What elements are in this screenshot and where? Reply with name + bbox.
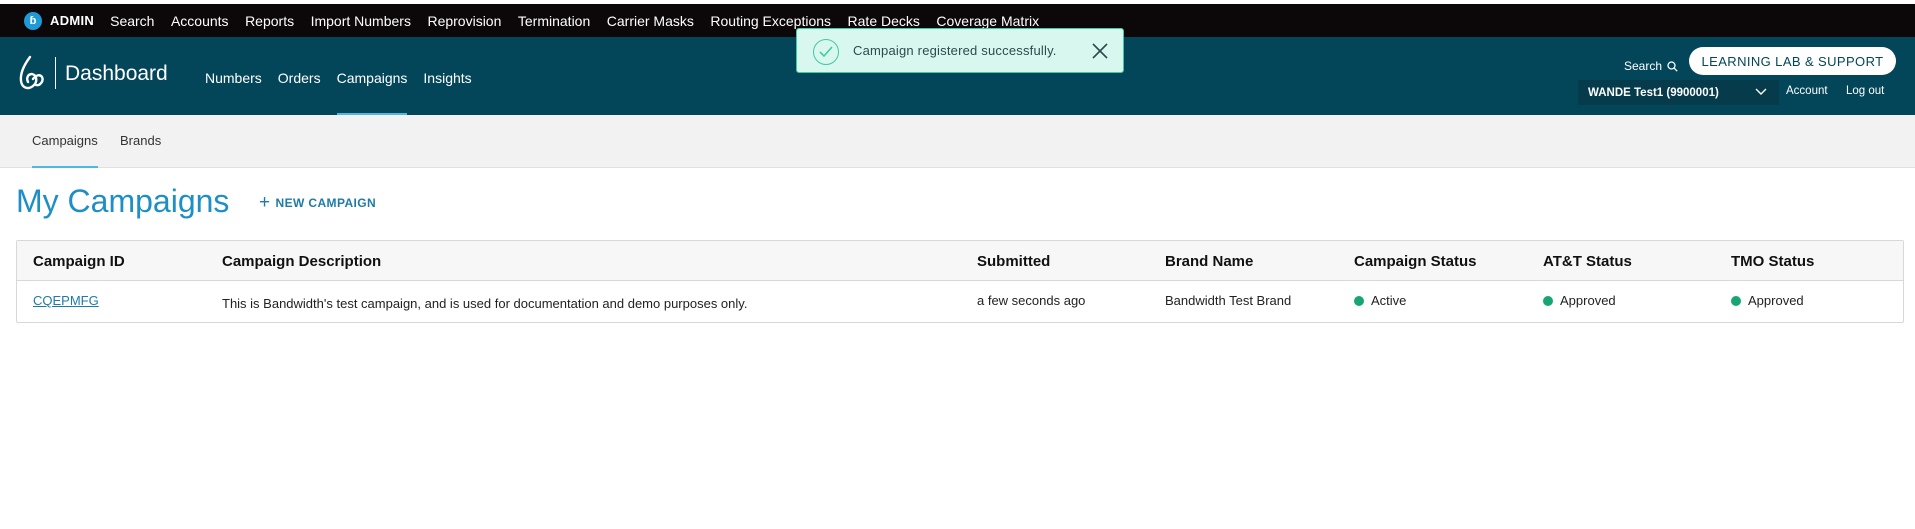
admin-nav-reports[interactable]: Reports <box>245 13 294 29</box>
admin-nav-import-numbers[interactable]: Import Numbers <box>311 13 411 29</box>
status-dot-icon <box>1354 295 1364 306</box>
brand-name-cell: Bandwidth Test Brand <box>1165 293 1292 308</box>
account-selector[interactable]: WANDE Test1 (9900001) <box>1578 80 1779 105</box>
account-selector-value: WANDE Test1 (9900001) <box>1588 86 1719 99</box>
admin-nav-carrier-masks[interactable]: Carrier Masks <box>607 13 694 29</box>
bandwidth-logo-icon[interactable] <box>18 55 46 93</box>
column-header-submitted: Submitted <box>977 253 1051 270</box>
admin-nav-accounts[interactable]: Accounts <box>171 13 229 29</box>
account-link[interactable]: Account <box>1786 85 1828 97</box>
status-dot-icon <box>1731 295 1741 306</box>
submitted-cell: a few seconds ago <box>977 293 1086 308</box>
header-search[interactable]: Search <box>1624 59 1678 73</box>
success-toast: Campaign registered successfully. <box>796 28 1124 73</box>
toast-message: Campaign registered successfully. <box>853 43 1057 58</box>
att-status-cell: Approved <box>1543 293 1616 308</box>
page-title: My Campaigns <box>16 183 230 219</box>
dashboard-title[interactable]: Dashboard <box>65 62 168 86</box>
campaign-id-cell: CQEPMFG <box>33 293 99 308</box>
description-cell: This is Bandwidth's test campaign, and i… <box>222 296 748 311</box>
logout-link[interactable]: Log out <box>1846 85 1884 97</box>
att-status-text: Approved <box>1560 293 1616 308</box>
column-header-att-status: AT&T Status <box>1543 253 1632 270</box>
column-header-brand-name: Brand Name <box>1165 253 1254 270</box>
column-header-description: Campaign Description <box>222 253 382 270</box>
new-campaign-button[interactable]: + NEW CAMPAIGN <box>259 192 377 213</box>
campaigns-table: Campaign ID Campaign Description Submitt… <box>16 240 1904 323</box>
admin-label: ADMIN <box>50 13 95 28</box>
plus-icon: + <box>259 192 271 213</box>
column-header-campaign-id: Campaign ID <box>33 253 125 270</box>
brand-divider <box>55 57 56 89</box>
column-header-campaign-status: Campaign Status <box>1354 253 1477 270</box>
status-dot-icon <box>1543 295 1553 306</box>
nav-campaigns[interactable]: Campaigns <box>336 70 408 115</box>
close-icon[interactable] <box>1091 42 1109 60</box>
subnav-brands[interactable]: Brands <box>120 133 161 148</box>
campaign-status-cell: Active <box>1354 293 1406 308</box>
admin-nav: Search Accounts Reports Import Numbers R… <box>110 13 1055 29</box>
column-header-tmo-status: TMO Status <box>1731 253 1815 270</box>
learning-lab-support-button[interactable]: LEARNING LAB & SUPPORT <box>1689 47 1896 75</box>
table-header: Campaign ID Campaign Description Submitt… <box>17 241 1903 281</box>
header-search-label: Search <box>1624 59 1663 73</box>
admin-nav-search[interactable]: Search <box>110 13 154 29</box>
check-icon <box>813 39 839 65</box>
admin-nav-rate-decks[interactable]: Rate Decks <box>848 13 920 29</box>
new-campaign-label: NEW CAMPAIGN <box>275 196 377 210</box>
admin-nav-coverage-matrix[interactable]: Coverage Matrix <box>936 13 1039 29</box>
tmo-status-text: Approved <box>1748 293 1804 308</box>
main-nav: Numbers Orders Campaigns Insights <box>205 70 488 115</box>
campaign-id-link[interactable]: CQEPMFG <box>33 293 99 308</box>
subnav-campaigns[interactable]: Campaigns <box>32 133 98 168</box>
admin-nav-routing-exceptions[interactable]: Routing Exceptions <box>710 13 831 29</box>
admin-nav-reprovision[interactable]: Reprovision <box>427 13 501 29</box>
admin-nav-termination[interactable]: Termination <box>518 13 590 29</box>
search-icon <box>1667 60 1678 72</box>
tmo-status-cell: Approved <box>1731 293 1804 308</box>
chevron-down-icon <box>1755 88 1767 95</box>
campaign-status-text: Active <box>1371 293 1407 308</box>
nav-insights[interactable]: Insights <box>423 70 471 115</box>
nav-orders[interactable]: Orders <box>278 70 321 115</box>
bandwidth-logo-icon: ɓ <box>24 11 42 30</box>
nav-numbers[interactable]: Numbers <box>205 70 262 115</box>
sub-nav: Campaigns Brands <box>0 115 1915 168</box>
